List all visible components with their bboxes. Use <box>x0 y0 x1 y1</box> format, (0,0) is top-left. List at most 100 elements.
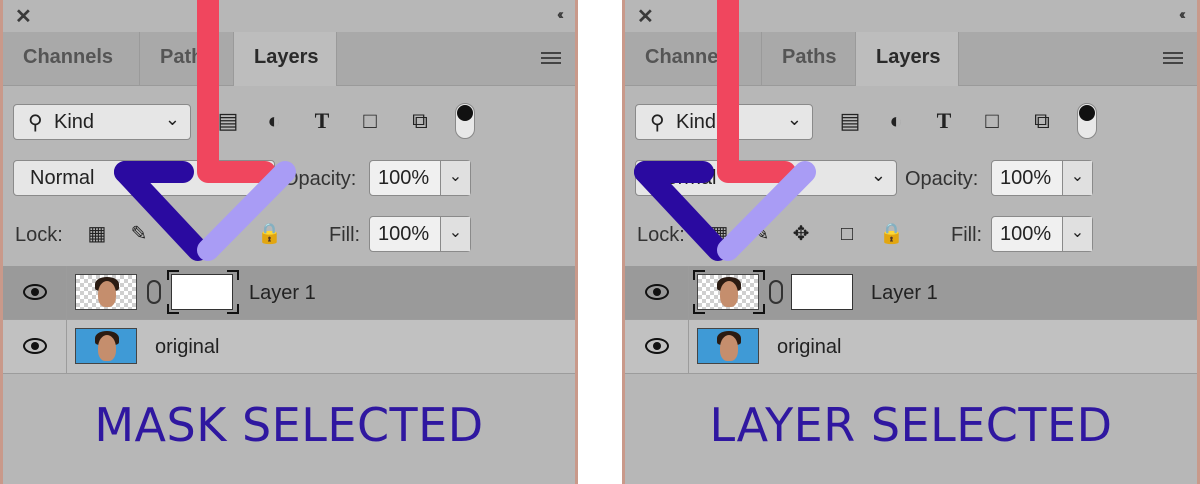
selection-bracket <box>753 304 765 314</box>
lock-artboard-icon[interactable]: □ <box>213 222 237 246</box>
filter-kind-select[interactable]: ⚲ Kind ⌄ <box>13 104 191 140</box>
blend-mode-select[interactable]: Normal ⌄ <box>635 160 897 196</box>
blend-mode-select[interactable]: Normal ⌄ <box>13 160 275 196</box>
filter-adjustment-layers-icon[interactable]: ◐ <box>883 108 909 134</box>
filter-shape-layers-icon[interactable]: □ <box>979 108 1005 134</box>
collapse-panel-icon[interactable]: ‹‹ <box>1179 6 1186 23</box>
lock-label: Lock: <box>15 224 63 246</box>
opacity-value: 100% <box>378 167 430 189</box>
caption-mask-selected: MASK SELECTED <box>94 398 484 452</box>
chevron-down-icon[interactable]: ⌄ <box>440 161 470 195</box>
mask-thumbnail[interactable] <box>171 274 233 310</box>
fill-field[interactable]: 100% ⌄ <box>991 216 1093 252</box>
tab-channels[interactable]: Channels <box>625 32 761 86</box>
chevron-down-icon[interactable]: ⌄ <box>440 217 470 251</box>
filter-kind-label: Kind <box>676 111 717 133</box>
blend-row: Normal ⌄ Opacity: 100% ⌄ <box>3 158 575 198</box>
tab-paths[interactable]: Paths <box>139 32 235 86</box>
opacity-field[interactable]: 100% ⌄ <box>369 160 471 196</box>
panel-tabs: Channels Paths Layers <box>3 32 575 86</box>
lock-label: Lock: <box>637 224 685 246</box>
lock-artboard-icon[interactable]: □ <box>835 222 859 246</box>
mask-thumbnail[interactable] <box>791 274 853 310</box>
layer-row-original[interactable]: original <box>3 320 575 374</box>
lock-image-pixels-icon[interactable]: ✎ <box>749 222 773 246</box>
filter-toggle-switch[interactable] <box>455 103 475 139</box>
filter-pixel-layers-icon[interactable]: ▤ <box>837 108 863 134</box>
lock-row: Lock: ▦ ✎ ✥ □ 🔒 Fill: 100% ⌄ <box>625 214 1197 254</box>
layer-thumbnail[interactable] <box>697 328 759 364</box>
fill-label: Fill: <box>329 224 361 246</box>
search-icon: ⚲ <box>650 112 665 134</box>
opacity-field[interactable]: 100% ⌄ <box>991 160 1093 196</box>
caption-layer-selected: LAYER SELECTED <box>709 398 1113 452</box>
panel-menu-icon[interactable] <box>541 52 561 67</box>
filter-pixel-layers-icon[interactable]: ▤ <box>215 108 241 134</box>
blend-mode-label: Normal <box>652 167 717 189</box>
chevron-down-icon: ⌄ <box>786 109 802 129</box>
layer-row-original[interactable]: original <box>625 320 1197 374</box>
layer-row-layer-1[interactable]: Layer 1 <box>625 266 1197 320</box>
panel-menu-icon[interactable] <box>1163 52 1183 67</box>
search-icon: ⚲ <box>28 112 43 134</box>
visibility-cell[interactable] <box>625 266 689 320</box>
lock-transparent-pixels-icon[interactable]: ▦ <box>707 222 731 246</box>
lock-all-icon[interactable]: 🔒 <box>879 222 904 246</box>
filter-shape-layers-icon[interactable]: □ <box>357 108 383 134</box>
lock-transparent-pixels-icon[interactable]: ▦ <box>85 222 109 246</box>
visibility-cell[interactable] <box>625 320 689 374</box>
layer-thumbnail[interactable] <box>697 274 759 310</box>
filter-toggle-switch[interactable] <box>1077 103 1097 139</box>
tab-channels[interactable]: Channels <box>3 32 139 86</box>
layer-name[interactable]: Layer 1 <box>871 282 938 305</box>
close-icon[interactable]: ✕ <box>637 4 654 29</box>
selection-bracket <box>227 270 239 280</box>
chevron-down-icon: ⌄ <box>248 165 264 185</box>
link-icon[interactable] <box>769 280 783 304</box>
eye-icon[interactable] <box>23 284 47 300</box>
layer-name[interactable]: original <box>777 336 841 359</box>
opacity-label: Opacity: <box>905 168 979 190</box>
selection-bracket <box>227 304 239 314</box>
filter-smart-objects-icon[interactable]: ⧉ <box>407 108 433 134</box>
tab-layers[interactable]: Layers <box>233 32 337 86</box>
layer-row-layer-1[interactable]: Layer 1 <box>3 266 575 320</box>
filter-smart-objects-icon[interactable]: ⧉ <box>1029 108 1055 134</box>
layer-name[interactable]: original <box>155 336 219 359</box>
link-icon[interactable] <box>147 280 161 304</box>
filter-adjustment-layers-icon[interactable]: ◐ <box>261 108 287 134</box>
blend-row: Normal ⌄ Opacity: 100% ⌄ <box>625 158 1197 198</box>
filter-row: ⚲ Kind ⌄ ▤ ◐ T □ ⧉ <box>625 100 1197 144</box>
lock-all-icon[interactable]: 🔒 <box>257 222 282 246</box>
chevron-down-icon: ⌄ <box>870 165 886 185</box>
lock-position-icon[interactable]: ✥ <box>167 222 191 246</box>
lock-position-icon[interactable]: ✥ <box>789 222 813 246</box>
selection-bracket <box>753 270 765 280</box>
chevron-down-icon[interactable]: ⌄ <box>1062 217 1092 251</box>
eye-icon[interactable] <box>645 284 669 300</box>
selection-bracket <box>167 270 179 280</box>
tab-paths[interactable]: Paths <box>761 32 857 86</box>
layer-thumbnail[interactable] <box>75 274 137 310</box>
tab-layers[interactable]: Layers <box>855 32 959 86</box>
filter-type-layers-icon[interactable]: T <box>931 108 957 134</box>
selection-bracket <box>167 304 179 314</box>
fill-value: 100% <box>378 223 430 245</box>
layer-thumbnail[interactable] <box>75 328 137 364</box>
filter-kind-select[interactable]: ⚲ Kind ⌄ <box>635 104 813 140</box>
eye-icon[interactable] <box>23 338 47 354</box>
layer-name[interactable]: Layer 1 <box>249 282 316 305</box>
chevron-down-icon[interactable]: ⌄ <box>1062 161 1092 195</box>
filter-type-layers-icon[interactable]: T <box>309 108 335 134</box>
lock-row: Lock: ▦ ✎ ✥ □ 🔒 Fill: 100% ⌄ <box>3 214 575 254</box>
eye-icon[interactable] <box>645 338 669 354</box>
fill-field[interactable]: 100% ⌄ <box>369 216 471 252</box>
selection-bracket <box>693 304 705 314</box>
layers-panel-mask-selected: ✕ ‹‹ Channels Paths Layers ⚲ Kind ⌄ ▤ ◐ … <box>0 0 578 484</box>
collapse-panel-icon[interactable]: ‹‹ <box>557 6 564 23</box>
visibility-cell[interactable] <box>3 320 67 374</box>
visibility-cell[interactable] <box>3 266 67 320</box>
close-icon[interactable]: ✕ <box>15 4 32 29</box>
selection-bracket <box>693 270 705 280</box>
lock-image-pixels-icon[interactable]: ✎ <box>127 222 151 246</box>
